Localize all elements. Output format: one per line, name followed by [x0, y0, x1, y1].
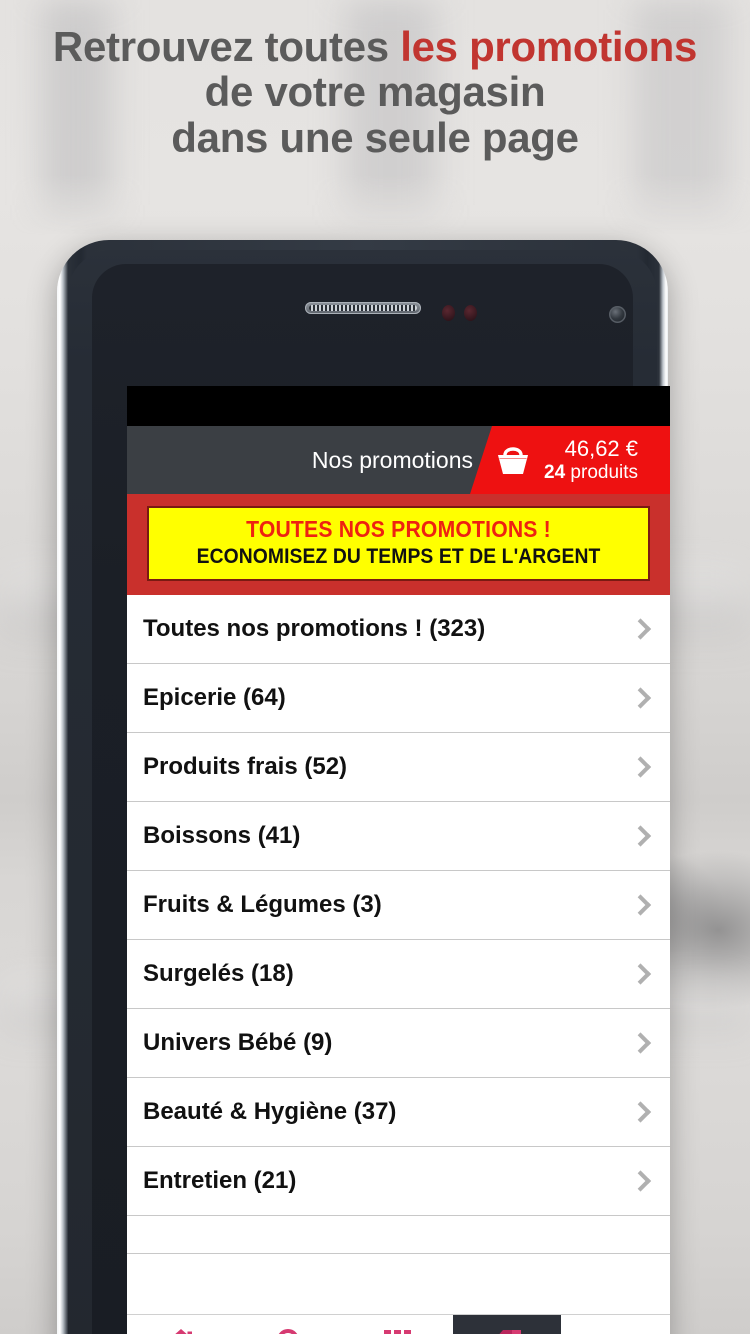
phone-bezel: Nos promotions 46,62 € 24 produits TOUTE… [68, 250, 670, 1334]
ellipsis-icon [598, 1326, 634, 1334]
list-item[interactable]: Entretien (21) [127, 1147, 670, 1216]
category-label: Entretien (21) [143, 1166, 297, 1194]
app-bar: Nos promotions 46,62 € 24 produits [127, 426, 670, 494]
promo-headline: Retrouvez toutes les promotions de votre… [0, 24, 750, 160]
cart-total-price: 46,62 € [564, 436, 639, 462]
chevron-right-icon [629, 1101, 652, 1123]
cart-count-suffix: produits [565, 461, 639, 483]
list-item[interactable]: Epicerie (64) [127, 664, 670, 733]
earpiece-speaker-icon [304, 302, 421, 314]
category-label: Boissons (41) [143, 821, 301, 849]
cart-product-count: 24 produits [544, 462, 638, 483]
tab-rayons[interactable]: Rayons [344, 1315, 453, 1334]
category-label: Toutes nos promotions ! (323) [143, 614, 486, 642]
app-screen: Nos promotions 46,62 € 24 produits TOUTE… [127, 386, 670, 1334]
headline-line-2: de votre magasin [204, 68, 546, 116]
home-icon [164, 1326, 198, 1334]
promo-banner-line-2: ECONOMISEZ DU TEMPS ET DE L'ARGENT [196, 544, 601, 568]
search-icon [274, 1326, 306, 1334]
phone-mockup: Nos promotions 46,62 € 24 produits TOUTE… [57, 240, 670, 1334]
tab-promotions[interactable]: Promotions [452, 1315, 562, 1334]
grid-icon [382, 1326, 414, 1334]
page-title: Nos promotions [311, 446, 473, 473]
list-item-partial[interactable] [127, 1215, 670, 1254]
category-label: Univers Bébé (9) [143, 1028, 333, 1056]
proximity-sensor-icon [442, 305, 455, 321]
shopping-basket-icon [492, 443, 534, 477]
cart-summary-button[interactable]: 46,62 € 24 produits [470, 426, 670, 494]
phone-glass-front: Nos promotions 46,62 € 24 produits TOUTE… [92, 264, 670, 1334]
tab-accueil[interactable]: Accueil [127, 1315, 236, 1334]
chevron-right-icon [629, 1032, 652, 1054]
chevron-right-icon [629, 687, 652, 709]
cart-count-number: 24 [544, 461, 566, 483]
list-item[interactable]: Univers Bébé (9) [127, 1009, 670, 1078]
chevron-right-icon [629, 825, 652, 847]
chevron-right-icon [629, 894, 652, 916]
category-label: Surgelés (18) [143, 959, 294, 987]
category-label: Fruits & Légumes (3) [143, 890, 382, 918]
list-item[interactable]: Boissons (41) [127, 802, 670, 871]
list-item[interactable]: Surgelés (18) [127, 940, 670, 1009]
headline-plain-text: Retrouvez toutes [52, 23, 401, 70]
front-camera-icon [609, 306, 626, 323]
list-item[interactable]: Beauté & Hygiène (37) [127, 1078, 670, 1147]
headline-line-1: Retrouvez toutes les promotions [0, 24, 750, 69]
category-label: Produits frais (52) [143, 752, 348, 780]
bottom-navigation: Accueil Recherche [127, 1314, 670, 1334]
list-item[interactable]: Toutes nos promotions ! (323) [127, 595, 670, 664]
light-sensor-icon [464, 305, 477, 321]
chevron-right-icon [629, 756, 652, 778]
tag-icon [490, 1326, 524, 1334]
chevron-right-icon [629, 1170, 652, 1192]
tab-recherche[interactable]: Recherche [235, 1315, 345, 1334]
list-item[interactable]: Produits frais (52) [127, 733, 670, 802]
category-label: Epicerie (64) [143, 683, 286, 711]
category-label: Beauté & Hygiène (37) [143, 1097, 397, 1125]
status-bar [127, 386, 670, 426]
cart-text: 46,62 € 24 produits [544, 436, 639, 483]
promo-banner-line-1: TOUTES NOS PROMOTIONS ! [246, 516, 551, 542]
promo-banner[interactable]: TOUTES NOS PROMOTIONS ! ECONOMISEZ DU TE… [147, 506, 650, 581]
headline-line-3: dans une seule page [171, 113, 579, 161]
chevron-right-icon [629, 618, 652, 640]
category-list: Toutes nos promotions ! (323) Epicerie (… [127, 594, 670, 1254]
headline-highlight-text: les promotions [400, 23, 698, 70]
list-item[interactable]: Fruits & Légumes (3) [127, 871, 670, 940]
chevron-right-icon [629, 963, 652, 985]
promo-banner-band: TOUTES NOS PROMOTIONS ! ECONOMISEZ DU TE… [127, 494, 670, 595]
tab-autres[interactable]: Autres [561, 1315, 670, 1334]
